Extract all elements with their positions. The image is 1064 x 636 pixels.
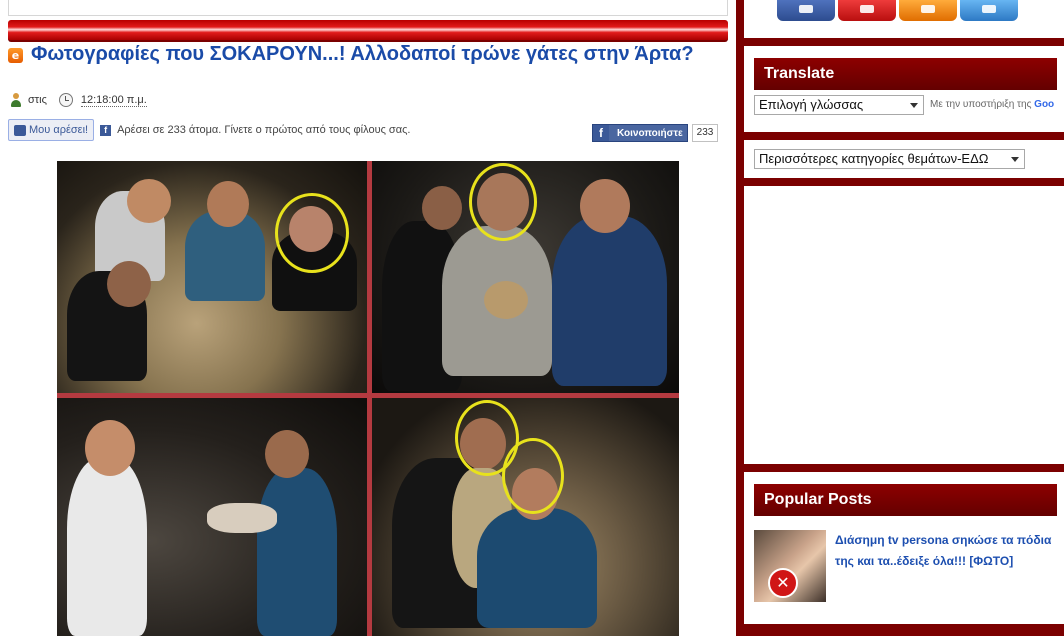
language-select-value: Επιλογή γλώσσας (759, 97, 864, 112)
page: e Φωτογραφίες που ΣΟΚΑΡΟΥΝ...! Αλλοδαποί… (0, 0, 1064, 636)
youtube-icon[interactable] (838, 0, 896, 21)
author-icon (9, 92, 22, 108)
chevron-down-icon (1011, 157, 1019, 162)
language-select[interactable]: Επιλογή γλώσσας (754, 95, 924, 115)
thumbs-up-icon (14, 124, 26, 136)
photo-panel-top-left (57, 161, 367, 393)
author-prefix: στις (28, 94, 47, 106)
facebook-small-icon: f (100, 124, 112, 136)
popular-posts-title: Popular Posts (754, 484, 1057, 516)
google-logo[interactable]: Goo (1034, 99, 1054, 110)
collage-divider-horizontal (57, 393, 679, 398)
categories-select[interactable]: Περισσότερες κατηγορίες θεμάτων-ΕΔΩ (754, 149, 1025, 169)
post-title[interactable]: Φωτογραφίες που ΣΟΚΑΡΟΥΝ...! Αλλοδαποί τ… (31, 44, 694, 64)
powered-by-text: Με την υποστήριξη της (930, 99, 1032, 110)
rss-icon[interactable] (899, 0, 957, 21)
top-box (8, 0, 728, 16)
like-count-text: Αρέσει σε 233 άτομα. Γίνετε ο πρώτος από… (117, 124, 411, 136)
translate-title: Translate (754, 58, 1057, 90)
facebook-icon: f (593, 125, 609, 141)
clock-icon (58, 93, 73, 107)
facebook-like-button[interactable]: Μου αρέσει! (8, 119, 95, 141)
like-button-label: Μου αρέσει! (29, 124, 89, 136)
close-icon: ✕ (768, 568, 798, 598)
google-powered-by: Με την υποστήριξη της Goo (930, 99, 1054, 110)
popular-post-link[interactable]: Διάσημη tv persona σηκώσε τα πόδια της κ… (835, 530, 1055, 572)
share-count: 233 (692, 124, 718, 142)
collage-divider-vertical (367, 161, 372, 636)
photo-panel-bottom-left (57, 398, 367, 636)
share-button-label: Κοινοποιήστε (617, 127, 683, 139)
photo-panel-bottom-right (372, 398, 679, 636)
popular-post-thumbnail[interactable]: ✕ (754, 530, 826, 602)
twitter-icon[interactable] (960, 0, 1018, 21)
blog-e-icon: e (8, 48, 23, 63)
post-meta: στις 12:18:00 π.μ. (9, 91, 147, 109)
post-photo-collage[interactable] (57, 161, 679, 636)
facebook-icon[interactable] (777, 0, 835, 21)
post-title-row: e Φωτογραφίες που ΣΟΚΑΡΟΥΝ...! Αλλοδαποί… (8, 44, 708, 64)
post-time[interactable]: 12:18:00 π.μ. (80, 94, 147, 107)
chevron-down-icon (910, 103, 918, 108)
categories-select-value: Περισσότερες κατηγορίες θεμάτων-ΕΔΩ (759, 151, 989, 166)
facebook-share-button[interactable]: f Κοινοποιήστε (592, 124, 688, 142)
post-header-bar (8, 20, 728, 42)
main-column: e Φωτογραφίες που ΣΟΚΑΡΟΥΝ...! Αλλοδαποί… (0, 0, 736, 636)
blank-widget-panel (744, 186, 1064, 464)
photo-panel-top-right (372, 161, 679, 393)
